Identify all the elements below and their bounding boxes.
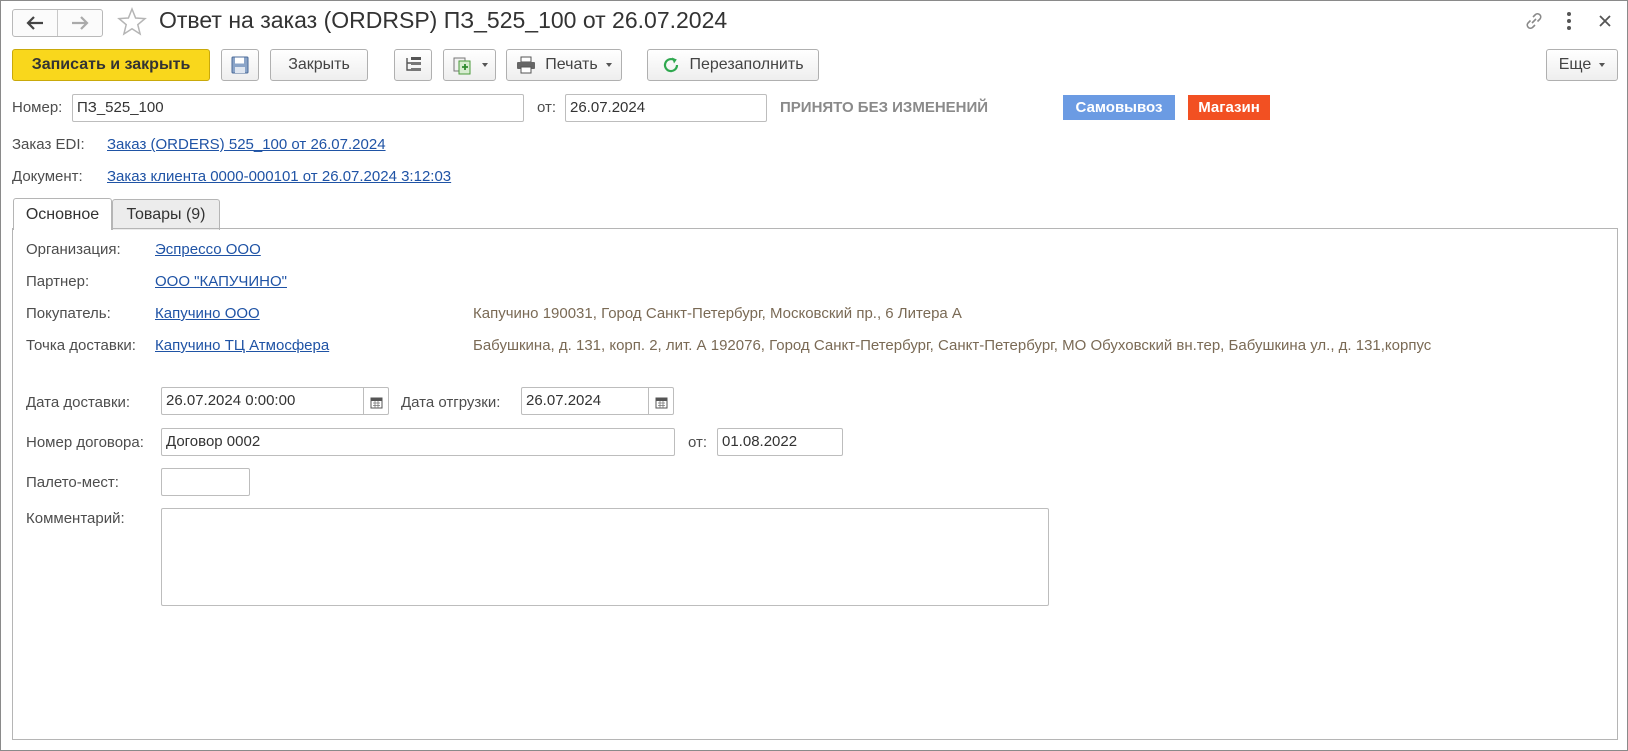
pallets-input[interactable] [161,468,250,496]
ship-date-label: Дата отгрузки: [401,394,501,411]
refill-button[interactable]: Перезаполнить [647,49,819,81]
favorite-star-icon[interactable] [116,6,148,42]
printer-icon [517,56,536,74]
buyer-label: Покупатель: [26,305,111,322]
delivery-point-address: Бабушкина, д. 131, корп. 2, лит. А 19207… [473,337,1432,354]
create-document-icon [453,57,470,75]
organization-link[interactable]: Эспрессо ООО [155,241,261,258]
arrow-left-icon [26,16,43,30]
forward-button[interactable] [57,10,102,36]
calendar-icon[interactable] [648,388,673,414]
partner-label: Партнер: [26,273,90,290]
refresh-icon [664,57,679,73]
hierarchy-icon [406,57,421,71]
delivery-point-label: Точка доставки: [26,337,136,354]
delivery-point-link[interactable]: Капучино ТЦ Атмосфера [155,337,329,354]
ship-date-value: 26.07.2024 [526,392,602,409]
delivery-date-input[interactable]: 26.07.2024 0:00:00 [161,387,389,415]
store-badge: Магазин [1188,95,1270,120]
tab-main[interactable]: Основное [13,198,112,230]
structure-button[interactable] [394,49,432,81]
refill-button-label: Перезаполнить [689,56,804,73]
back-button[interactable] [13,10,57,36]
close-icon[interactable] [1598,14,1612,32]
pallets-label: Палето-мест: [26,474,119,491]
dropdown-arrow-icon [1599,63,1606,67]
ship-date-input[interactable]: 26.07.2024 [521,387,674,415]
contract-date-input[interactable]: 01.08.2022 [717,428,843,456]
close-button[interactable]: Закрыть [270,49,368,81]
edi-order-link[interactable]: Заказ (ORDERS) 525_100 от 26.07.2024 [107,136,386,153]
document-label: Документ: [12,168,83,185]
save-and-close-button[interactable]: Записать и закрыть [12,49,210,81]
number-label: Номер: [12,99,63,116]
dropdown-arrow-icon [605,63,612,67]
delivery-date-label: Дата доставки: [26,394,131,411]
edi-order-label: Заказ EDI: [12,136,85,153]
status-text: ПРИНЯТО БЕЗ ИЗМЕНЕНИЙ [780,99,989,116]
arrow-right-icon [72,16,89,30]
comment-textarea[interactable] [161,508,1049,606]
contract-date-label: от: [688,434,708,451]
comment-label: Комментарий: [26,510,125,527]
contract-number-label: Номер договора: [26,434,144,451]
document-link[interactable]: Заказ клиента 0000-000101 от 26.07.2024 … [107,168,451,185]
print-button[interactable]: Печать [506,49,622,81]
print-button-label: Печать [545,56,598,73]
number-input[interactable]: ПЗ_525_100 [72,94,524,122]
buyer-address: Капучино 190031, Город Санкт-Петербург, … [473,305,962,322]
save-button[interactable] [221,49,259,81]
date-label: от: [537,99,557,116]
contract-number-input[interactable]: Договор 0002 [161,428,675,456]
floppy-disk-icon [231,56,249,74]
tab-goods[interactable]: Товары (9) [112,199,220,230]
dropdown-arrow-icon [481,63,488,67]
more-actions-label: Еще [1558,56,1592,73]
more-actions-button[interactable]: Еще [1546,49,1618,81]
link-icon[interactable] [1523,10,1545,36]
calendar-icon[interactable] [363,388,388,414]
window-title: Ответ на заказ (ORDRSP) ПЗ_525_100 от 26… [159,7,728,33]
delivery-date-value: 26.07.2024 0:00:00 [166,392,296,409]
date-input[interactable]: 26.07.2024 [565,94,767,122]
history-nav [12,9,103,37]
buyer-link[interactable]: Капучино ООО [155,305,260,322]
kebab-icon[interactable] [1565,11,1573,35]
organization-label: Организация: [26,241,121,258]
pickup-badge: Самовывоз [1063,95,1175,120]
partner-link[interactable]: ООО "КАПУЧИНО" [155,273,287,290]
create-based-on-button[interactable] [443,49,496,81]
